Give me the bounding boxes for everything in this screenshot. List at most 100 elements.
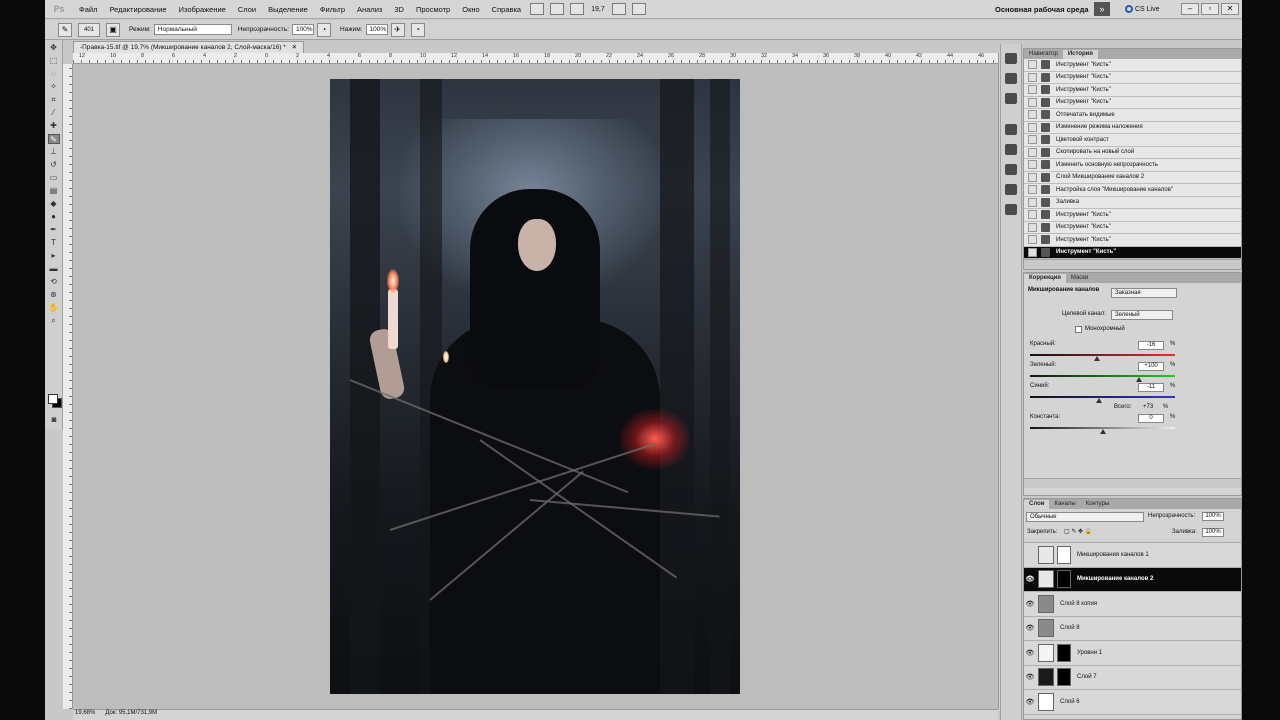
history-snapshot-checkbox[interactable] — [1028, 72, 1037, 82]
preset-select[interactable]: Заказная — [1111, 288, 1177, 298]
airbrush-icon[interactable]: ✈ — [390, 22, 405, 37]
layer-mask-thumbnail[interactable] — [1057, 570, 1071, 589]
red-slider-knob[interactable] — [1094, 356, 1100, 361]
fill-field[interactable]: 100% — [1202, 528, 1224, 537]
layer-row[interactable]: 👁 Микширование каналов 2 — [1024, 567, 1241, 592]
layer-row[interactable]: 👁 Слой 8 — [1024, 616, 1241, 641]
zoom-status[interactable]: 19,68% — [75, 710, 95, 720]
tool-presets-icon[interactable] — [1005, 164, 1017, 175]
menu-file[interactable]: Файл — [73, 5, 103, 14]
arrange-icon[interactable] — [611, 3, 626, 15]
history-snapshot-checkbox[interactable] — [1028, 247, 1037, 257]
tab-masks[interactable]: Маски — [1066, 274, 1093, 283]
visibility-eye-icon[interactable]: 👁 — [1024, 649, 1036, 657]
stamp-tool-icon[interactable]: ⊥ — [48, 147, 60, 157]
pressure-opacity-icon[interactable]: ◔ — [316, 22, 331, 37]
document-tab[interactable]: -Правка-15.tif @ 19,7% (Микширование кан… — [73, 41, 305, 53]
constant-slider-knob[interactable] — [1100, 429, 1106, 434]
layer-thumbnail[interactable] — [1038, 594, 1054, 613]
zoom-level[interactable]: 19,7 — [587, 6, 609, 13]
tab-navigator[interactable]: Навигатор — [1024, 50, 1063, 59]
shape-tool-icon[interactable]: ▬ — [48, 264, 60, 274]
tab-adjustments[interactable]: Коррекция — [1024, 274, 1066, 283]
red-value-field[interactable]: -16 — [1138, 341, 1164, 350]
history-snapshot-checkbox[interactable] — [1028, 147, 1037, 157]
flow-field[interactable]: 100% — [365, 24, 388, 35]
layer-mask-thumbnail[interactable] — [1057, 643, 1071, 662]
history-item[interactable]: Изменение режима наложения — [1024, 121, 1241, 134]
screen-mode-icon[interactable] — [631, 3, 646, 15]
green-slider[interactable] — [1030, 375, 1175, 377]
layer-mask-thumbnail[interactable] — [1057, 668, 1071, 687]
brush-size-picker[interactable]: 401 — [78, 22, 100, 37]
brush-tool-icon[interactable]: ✎ — [47, 134, 60, 144]
layer-row[interactable]: 👁 Уровни 1 — [1024, 641, 1241, 666]
pressure-size-icon[interactable]: ◔ — [410, 22, 425, 37]
history-brush-tool-icon[interactable]: ↺ — [48, 160, 60, 170]
pen-tool-icon[interactable]: ✒ — [48, 225, 60, 235]
canvas-horizontal-scrollbar[interactable] — [73, 709, 998, 720]
quick-select-tool-icon[interactable]: ✧ — [48, 82, 60, 92]
layer-thumbnail[interactable] — [1038, 643, 1054, 662]
eyedropper-tool-icon[interactable]: ⁄ — [48, 108, 60, 118]
tab-history[interactable]: История — [1062, 50, 1098, 59]
history-snapshot-checkbox[interactable] — [1028, 185, 1037, 195]
minimize-button[interactable]: – — [1181, 3, 1199, 15]
marquee-tool-icon[interactable]: ⬚ — [48, 56, 60, 66]
blue-slider[interactable] — [1030, 396, 1175, 398]
crop-tool-icon[interactable]: ⌗ — [48, 95, 60, 105]
history-item[interactable]: Настройка слоя "Микширование каналов" — [1024, 184, 1241, 197]
green-slider-knob[interactable] — [1136, 377, 1142, 382]
menu-view[interactable]: Просмотр — [410, 5, 456, 14]
history-snapshot-checkbox[interactable] — [1028, 85, 1037, 95]
visibility-eye-icon[interactable]: 👁 — [1024, 575, 1036, 583]
history-item[interactable]: Инструмент "Кисть" — [1024, 246, 1241, 259]
menu-analysis[interactable]: Анализ — [351, 5, 388, 14]
workspace-label[interactable]: Основная рабочая среда — [995, 5, 1089, 14]
history-item[interactable]: Цветовой контраст — [1024, 134, 1241, 147]
gradient-tool-icon[interactable]: ▤ — [48, 186, 60, 196]
layer-row[interactable]: 👁 Слой 6 — [1024, 690, 1241, 715]
history-item[interactable]: Инструмент "Кисть" — [1024, 221, 1241, 234]
workspace-arrow-icon[interactable]: » — [1094, 2, 1110, 16]
history-item[interactable]: Скопировать на новый слой — [1024, 146, 1241, 159]
history-snapshot-checkbox[interactable] — [1028, 197, 1037, 207]
layer-opacity-field[interactable]: 100% — [1202, 512, 1224, 521]
history-snapshot-checkbox[interactable] — [1028, 172, 1037, 182]
menu-image[interactable]: Изображение — [173, 5, 232, 14]
target-channel-select[interactable]: Зеленый — [1111, 310, 1173, 320]
doc-size-status[interactable]: Док: 95,1M/731,9M — [105, 710, 157, 720]
history-item[interactable]: Инструмент "Кисть" — [1024, 71, 1241, 84]
move-tool-icon[interactable]: ✥ — [48, 43, 60, 53]
blend-mode-select[interactable]: Обычные — [1026, 512, 1144, 522]
brush-preset-icon[interactable]: ✎ — [58, 22, 72, 37]
history-snapshot-checkbox[interactable] — [1028, 122, 1037, 132]
eraser-tool-icon[interactable]: ▭ — [48, 173, 60, 183]
healing-tool-icon[interactable]: ✚ — [48, 121, 60, 131]
opacity-field[interactable]: 100% — [291, 24, 314, 35]
layer-thumbnail[interactable] — [1038, 692, 1054, 711]
layer-thumbnail[interactable] — [1038, 545, 1054, 564]
history-snapshot-checkbox[interactable] — [1028, 135, 1037, 145]
layer-thumbnail[interactable] — [1038, 619, 1054, 638]
constant-value-field[interactable]: 0 — [1138, 414, 1164, 423]
tab-layers[interactable]: Слои — [1024, 500, 1050, 509]
history-snapshot-checkbox[interactable] — [1028, 60, 1037, 70]
visibility-eye-icon[interactable]: 👁 — [1024, 624, 1036, 632]
brush-panel-icon[interactable]: ▣ — [106, 22, 120, 37]
canvas-area[interactable] — [73, 64, 998, 709]
history-item[interactable]: Изменить основную непрозрачность — [1024, 159, 1241, 172]
brush-presets-icon[interactable] — [1005, 124, 1017, 135]
layer-thumbnail[interactable] — [1038, 668, 1054, 687]
menu-window[interactable]: Окно — [456, 5, 485, 14]
menu-help[interactable]: Справка — [486, 5, 527, 14]
history-snapshot-checkbox[interactable] — [1028, 160, 1037, 170]
menu-layers[interactable]: Слои — [232, 5, 262, 14]
info-icon[interactable] — [1005, 184, 1017, 195]
path-select-tool-icon[interactable]: ▸ — [48, 251, 60, 261]
maximize-button[interactable]: ▫ — [1201, 3, 1219, 15]
tab-paths[interactable]: Контуры — [1081, 500, 1115, 509]
3d-rotate-tool-icon[interactable]: ⟲ — [48, 277, 60, 287]
layer-row[interactable]: 👁 Слой 8 копия — [1024, 592, 1241, 617]
menu-3d[interactable]: 3D — [388, 5, 410, 14]
